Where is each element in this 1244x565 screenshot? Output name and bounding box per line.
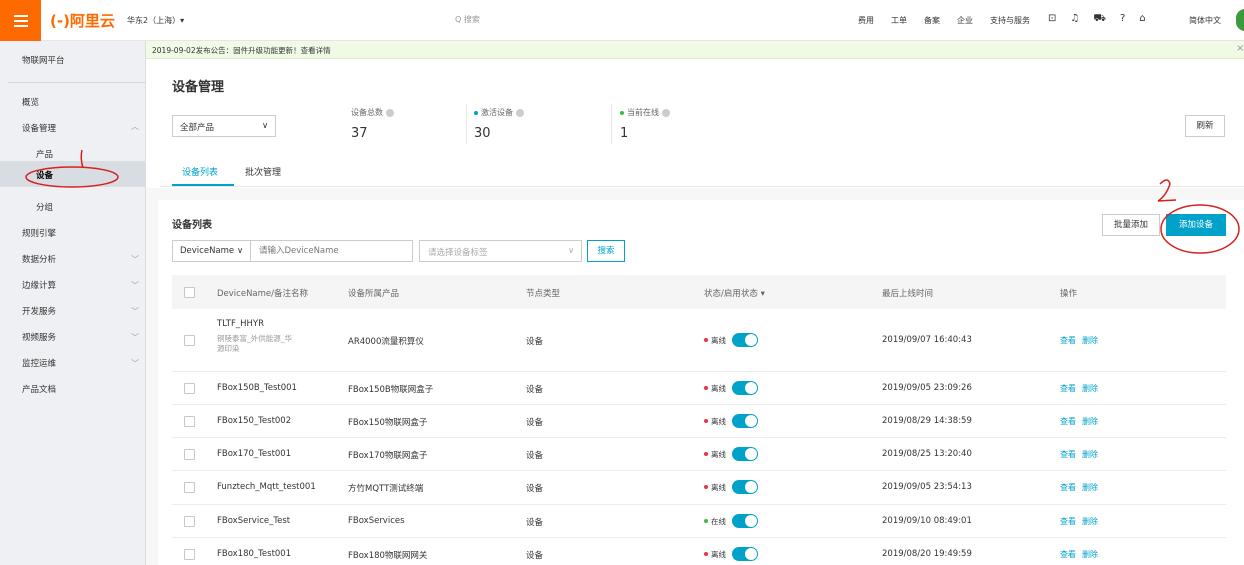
annotation-mark-two [1157,179,1177,202]
annotation-circle-add [1160,204,1240,254]
annotation-circle-devices [25,166,119,188]
red-annotations [25,149,1240,254]
annotation-mark-one [80,149,84,169]
